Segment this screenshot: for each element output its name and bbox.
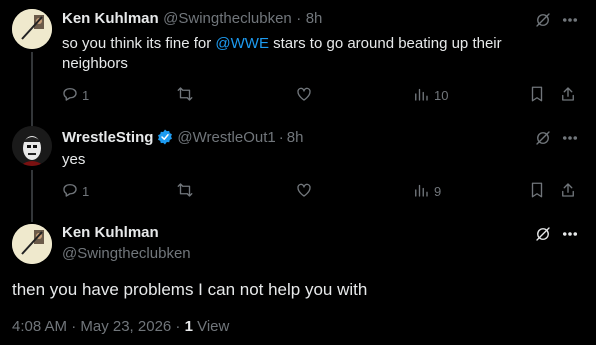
reply-count: 1 [82,88,90,103]
bookmark-icon[interactable] [527,180,547,200]
share-icon[interactable] [558,84,578,104]
tweet-wrestlesting[interactable]: WrestleSting @WrestleOut1 · 8h yes 1 9 [0,118,596,212]
main-tweet: Ken Kuhlman @Swingtheclubken then you ha… [0,212,596,345]
separator: · [278,128,284,146]
handle[interactable]: @Swingtheclubken [163,10,292,27]
grok-icon[interactable] [533,224,553,244]
grok-icon[interactable] [533,128,553,148]
reply-count: 1 [82,184,90,199]
avatar[interactable] [12,224,52,264]
reply-icon[interactable] [60,180,80,200]
views-icon[interactable] [411,84,431,104]
retweet-icon[interactable] [175,180,195,200]
grok-icon[interactable] [533,10,553,30]
view-count: 1 [184,318,193,335]
avatar[interactable] [12,126,52,166]
tweet-text: yes [62,151,86,168]
display-name[interactable]: WrestleSting [62,129,153,146]
views-count: 10 [434,88,449,103]
view-label: View [192,318,230,335]
views-count: 9 [434,184,442,199]
time[interactable]: 8h [287,129,304,146]
retweet-icon[interactable] [175,84,195,104]
display-name[interactable]: Ken Kuhlman [62,224,159,241]
display-name[interactable]: Ken Kuhlman [62,10,159,27]
share-icon[interactable] [558,180,578,200]
like-icon[interactable] [294,180,314,200]
views-icon[interactable] [411,180,431,200]
verified-badge-icon [156,128,174,146]
tweet-text: then you have problems I can not help yo… [12,280,368,299]
handle[interactable]: @WrestleOut1 [177,129,275,146]
more-icon[interactable] [560,10,580,30]
more-icon[interactable] [560,224,580,244]
handle[interactable]: @Swingtheclubken [62,245,191,262]
more-icon[interactable] [560,128,580,148]
avatar[interactable] [12,9,52,49]
bookmark-icon[interactable] [527,84,547,104]
mention-link[interactable]: @WWE [215,35,269,52]
tweet-ken-kuhlman[interactable]: Ken Kuhlman @Swingtheclubken · 8h so you… [0,0,596,118]
like-icon[interactable] [294,84,314,104]
time[interactable]: 8h [306,10,323,27]
reply-icon[interactable] [60,84,80,104]
tweet-text-part: so you think its fine for [62,35,216,52]
tweet-text: so you think its fine for @WWE stars to … [62,34,532,74]
timestamp[interactable]: 4:08 AM · May 23, 2026 · [12,318,185,335]
separator: · [296,10,302,27]
